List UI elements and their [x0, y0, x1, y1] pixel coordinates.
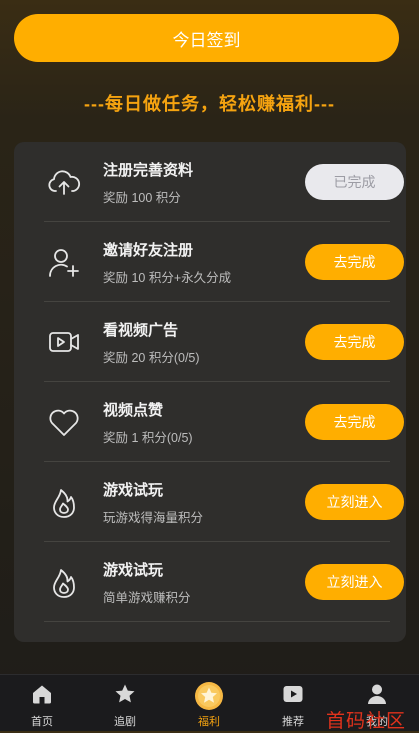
cloud-upload-icon — [46, 164, 82, 200]
task-title: 注册完善资料 — [103, 162, 194, 179]
star-icon — [114, 683, 136, 705]
tab-welfare[interactable]: 福利 — [167, 675, 251, 731]
task-action-button[interactable]: 去完成 — [305, 404, 404, 440]
tab-drama[interactable]: 追剧 — [83, 675, 167, 731]
task-title: 视频点赞 — [103, 402, 164, 419]
task-title: 邀请好友注册 — [103, 242, 194, 259]
task-title: 看视频广告 — [103, 322, 179, 339]
divider — [44, 621, 390, 622]
task-reward: 奖励 10 积分+永久分成 — [103, 271, 232, 285]
tab-home[interactable]: 首页 — [0, 675, 84, 731]
task-item: 邀请好友注册 奖励 10 积分+永久分成 去完成 — [28, 222, 406, 302]
tab-recommend[interactable]: 推荐 — [251, 675, 335, 731]
watermark: 首码社区 — [326, 711, 407, 732]
tab-label: 推荐 — [282, 716, 304, 728]
task-completed-button[interactable]: 已完成 — [305, 164, 404, 200]
task-action-button[interactable]: 立刻进入 — [305, 484, 404, 520]
task-reward: 奖励 1 积分(0/5) — [103, 431, 193, 445]
heart-icon — [46, 404, 82, 440]
video-camera-icon — [46, 324, 82, 360]
task-reward: 简单游戏赚积分 — [103, 591, 191, 605]
tab-label: 追剧 — [114, 716, 136, 728]
welfare-star-coin-icon — [194, 681, 224, 711]
add-user-icon — [46, 244, 82, 280]
task-item: 注册完善资料 奖励 100 积分 已完成 — [28, 142, 406, 222]
task-item: 视频点赞 奖励 1 积分(0/5) 去完成 — [28, 382, 406, 462]
home-icon — [31, 683, 53, 705]
user-icon — [366, 683, 388, 705]
task-item: 看视频广告 奖励 20 积分(0/5) 去完成 — [28, 302, 406, 382]
task-item: 游戏试玩 玩游戏得海量积分 立刻进入 — [28, 462, 406, 542]
task-reward: 玩游戏得海量积分 — [103, 511, 204, 525]
task-item: 游戏试玩 简单游戏赚积分 立刻进入 — [28, 542, 406, 622]
task-action-button[interactable]: 去完成 — [305, 324, 404, 360]
task-list: 注册完善资料 奖励 100 积分 已完成 邀请好友注册 奖励 10 积分+永久分… — [14, 142, 406, 642]
tab-label: 首页 — [31, 716, 53, 728]
task-action-button[interactable]: 立刻进入 — [305, 564, 404, 600]
tab-label: 福利 — [198, 716, 220, 728]
flame-icon — [46, 484, 82, 520]
daily-signin-button[interactable]: 今日签到 — [14, 14, 399, 62]
task-title: 游戏试玩 — [103, 482, 164, 499]
flame-icon — [46, 564, 82, 600]
task-title: 游戏试玩 — [103, 562, 164, 579]
task-reward: 奖励 20 积分(0/5) — [103, 351, 200, 365]
task-reward: 奖励 100 积分 — [103, 191, 181, 205]
task-action-button[interactable]: 去完成 — [305, 244, 404, 280]
play-icon — [282, 683, 304, 705]
slogan: ---每日做任务，轻松赚福利--- — [84, 94, 335, 114]
